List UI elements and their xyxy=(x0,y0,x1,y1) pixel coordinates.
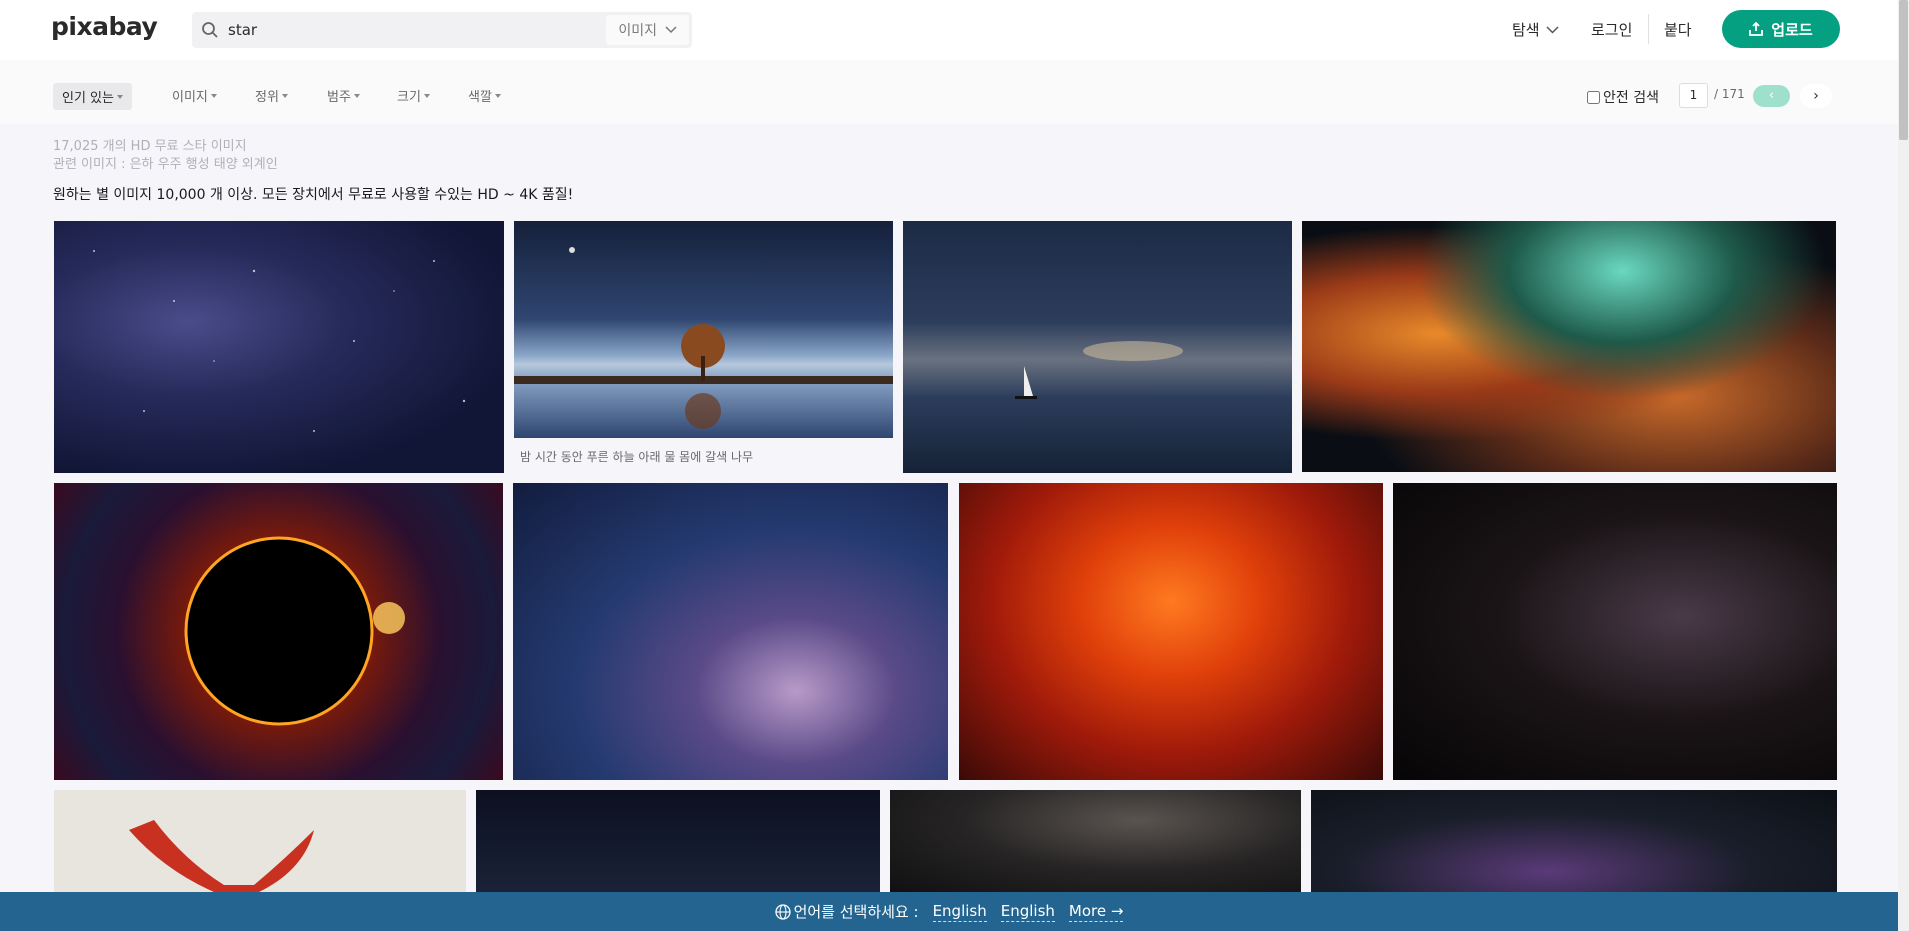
image-milky-way-1[interactable] xyxy=(54,221,504,473)
image-milky-way-2[interactable] xyxy=(513,483,948,780)
upload-button[interactable]: 업로드 xyxy=(1722,10,1840,48)
image-dark-starfield[interactable] xyxy=(1393,483,1837,780)
filter-category-label: 범주 xyxy=(327,90,351,105)
search-type-label: 이미지 xyxy=(618,23,657,39)
filter-size[interactable]: 크기 xyxy=(397,86,430,105)
prev-page-button[interactable]: ‹ xyxy=(1753,85,1790,107)
search-bar: star 이미지 xyxy=(192,12,692,48)
next-page-button[interactable]: › xyxy=(1800,84,1832,108)
search-icon[interactable] xyxy=(192,12,228,48)
image-purple-galaxy[interactable] xyxy=(1311,790,1837,892)
chevron-down-icon xyxy=(665,26,677,34)
image-milky-way-3[interactable] xyxy=(890,790,1301,892)
image-sailboat-night[interactable] xyxy=(903,221,1292,473)
explore-menu[interactable]: 탐색 xyxy=(1512,19,1559,40)
globe-icon xyxy=(774,903,791,920)
upload-label: 업로드 xyxy=(1771,20,1813,39)
language-more-link[interactable]: More → xyxy=(1068,902,1124,922)
filter-orientation[interactable]: 정위 xyxy=(255,86,288,105)
image-starfish[interactable] xyxy=(54,790,466,892)
language-option-1[interactable]: English xyxy=(932,902,987,922)
chevron-down-icon xyxy=(1546,25,1559,34)
sort-label: 인기 있는 xyxy=(62,91,114,106)
related-tags[interactable]: 관련 이미지 : 은하 우주 행성 태양 외계인 xyxy=(53,153,278,172)
page-input[interactable]: 1 xyxy=(1679,83,1708,108)
image-night-horizon[interactable] xyxy=(476,790,880,892)
tree-graphic xyxy=(514,247,893,429)
upload-icon xyxy=(1749,22,1764,36)
caret-down-icon xyxy=(116,94,123,99)
language-prompt-text: 언어를 선택하세요 : xyxy=(793,903,919,921)
join-link[interactable]: 붙다 xyxy=(1664,19,1692,40)
image-tree-reflection[interactable] xyxy=(514,221,893,438)
caret-down-icon xyxy=(494,93,501,98)
header: pixabay star 이미지 탐색 로그인 붙다 업로드 xyxy=(0,0,1898,60)
caret-down-icon xyxy=(281,93,288,98)
image-solar-eclipse[interactable] xyxy=(54,483,503,780)
filter-category[interactable]: 범주 xyxy=(327,86,360,105)
language-bar: 언어를 선택하세요 : English English More → xyxy=(0,892,1898,931)
nav-divider xyxy=(1648,14,1649,44)
image-red-nebula[interactable] xyxy=(959,483,1383,780)
stars-texture xyxy=(93,250,466,432)
explore-label: 탐색 xyxy=(1512,21,1540,39)
filter-type-label: 이미지 xyxy=(172,90,208,105)
caret-down-icon xyxy=(423,93,430,98)
search-input[interactable]: star xyxy=(228,21,606,39)
search-type-dropdown[interactable]: 이미지 xyxy=(606,15,689,45)
filter-color-label: 색깔 xyxy=(468,90,492,105)
result-count: 17,025 개의 HD 무료 스타 이미지 xyxy=(53,139,247,154)
page-total: / 171 xyxy=(1714,87,1745,101)
filter-type[interactable]: 이미지 xyxy=(172,86,217,105)
safe-search-label: 안전 검색 xyxy=(1603,90,1659,106)
safe-search[interactable]: 안전 검색 xyxy=(1587,87,1659,107)
eclipse-graphic xyxy=(184,536,405,726)
scrollbar-thumb[interactable] xyxy=(1899,0,1908,140)
filter-color[interactable]: 색깔 xyxy=(468,86,501,105)
caret-down-icon xyxy=(353,93,360,98)
filter-size-label: 크기 xyxy=(397,90,421,105)
page-description: 원하는 별 이미지 10,000 개 이상. 모든 장치에서 무료로 사용할 수… xyxy=(53,187,574,203)
scrollbar[interactable] xyxy=(1898,0,1909,931)
safe-search-checkbox[interactable] xyxy=(1587,90,1600,104)
filter-orientation-label: 정위 xyxy=(255,90,279,105)
language-option-2[interactable]: English xyxy=(1000,902,1055,922)
pixabay-logo[interactable]: pixabay xyxy=(51,12,158,41)
sailboat-graphic xyxy=(1015,341,1183,399)
language-prompt: 언어를 선택하세요 : xyxy=(774,901,919,922)
sort-dropdown[interactable]: 인기 있는 xyxy=(53,83,132,110)
image-nebula-colorful[interactable] xyxy=(1302,221,1836,472)
image-caption: 밤 시간 동안 푸른 하늘 아래 물 몸에 갈색 나무 xyxy=(520,450,754,464)
starfish-graphic xyxy=(129,820,314,892)
caret-down-icon xyxy=(210,93,217,98)
login-link[interactable]: 로그인 xyxy=(1591,19,1632,40)
